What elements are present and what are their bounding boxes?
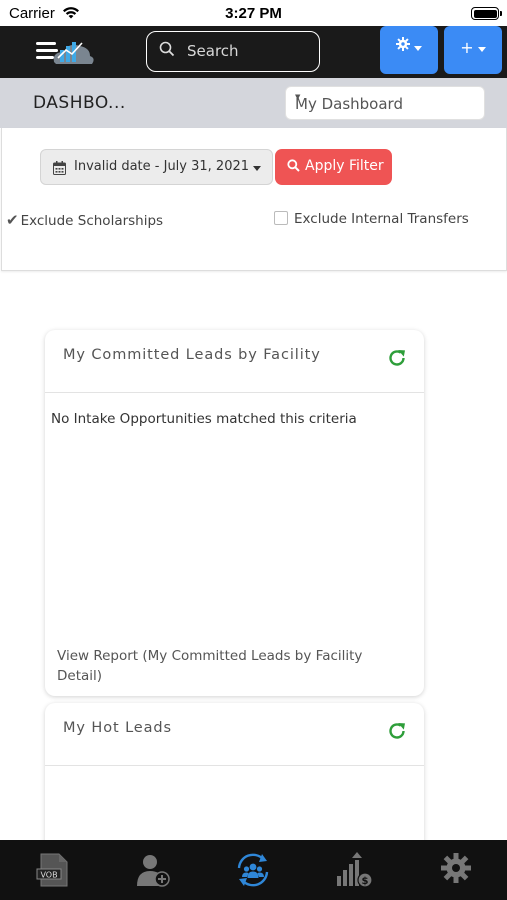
top-nav-bar: + xyxy=(0,26,507,78)
filter-panel: Invalid date - July 31, 2021 Apply Filte… xyxy=(1,128,507,271)
exclude-internal-transfers-label: Exclude Internal Transfers xyxy=(294,211,469,227)
tab-settings[interactable] xyxy=(405,840,505,900)
financial-chart-icon: $ xyxy=(337,852,373,888)
chevron-down-icon xyxy=(414,45,422,51)
svg-text:$: $ xyxy=(362,876,369,887)
refresh-icon[interactable] xyxy=(387,721,407,745)
search-input[interactable] xyxy=(187,42,312,60)
gear-icon xyxy=(396,26,410,70)
chevron-down-icon xyxy=(477,47,486,52)
checkmark-icon: ✔ xyxy=(6,211,19,229)
clock-time: 3:27 PM xyxy=(225,5,282,22)
page-title: DASHBO... xyxy=(33,93,126,113)
refresh-icon[interactable] xyxy=(387,348,407,372)
status-bar: Carrier 3:27 PM xyxy=(0,0,507,26)
exclude-scholarships-checkbox[interactable]: ✔ Exclude Scholarships xyxy=(6,211,163,229)
card-header: My Hot Leads xyxy=(45,703,424,766)
vob-label: VOB xyxy=(40,871,57,880)
apply-filter-button[interactable]: Apply Filter xyxy=(275,149,392,185)
app-logo-menu-icon[interactable] xyxy=(36,38,96,68)
card-header: My Committed Leads by Facility xyxy=(45,330,424,393)
vob-document-icon: VOB xyxy=(36,853,68,887)
date-range-picker[interactable]: Invalid date - July 31, 2021 xyxy=(40,149,273,185)
settings-dropdown-button[interactable] xyxy=(380,26,438,74)
add-user-icon xyxy=(137,855,170,887)
tab-vob[interactable]: VOB xyxy=(3,840,103,900)
exclude-internal-transfers-checkbox[interactable]: Exclude Internal Transfers xyxy=(274,211,469,227)
empty-state-message: No Intake Opportunities matched this cri… xyxy=(51,411,357,427)
checkbox-box[interactable] xyxy=(274,211,288,225)
card-title: My Committed Leads by Facility xyxy=(63,347,321,363)
dashboard-select[interactable]: My Dashboard ▼ xyxy=(285,86,485,120)
widget-card-committed-leads: My Committed Leads by Facility No Intake… xyxy=(45,330,424,696)
search-icon xyxy=(287,159,300,176)
card-title: My Hot Leads xyxy=(63,720,172,736)
team-sync-icon xyxy=(237,853,269,887)
date-range-label: Invalid date - July 31, 2021 xyxy=(74,159,250,174)
chevron-down-icon xyxy=(253,166,261,171)
page-header: DASHBO... My Dashboard ▼ xyxy=(0,78,507,128)
add-dropdown-button[interactable]: + xyxy=(444,26,502,74)
battery-icon xyxy=(471,7,502,20)
calendar-icon xyxy=(53,160,66,179)
tab-financials[interactable]: $ xyxy=(303,840,403,900)
settings-gear-icon xyxy=(441,853,471,883)
widget-card-hot-leads: My Hot Leads xyxy=(45,703,424,863)
tab-add-user[interactable] xyxy=(103,840,203,900)
plus-icon: + xyxy=(460,38,474,57)
tab-team[interactable] xyxy=(203,840,303,900)
search-icon xyxy=(159,41,175,61)
apply-filter-label: Apply Filter xyxy=(305,158,384,174)
bottom-tab-bar: VOB $ xyxy=(0,840,507,900)
search-box[interactable] xyxy=(146,31,320,72)
select-arrow-icon: ▼ xyxy=(295,93,301,101)
view-report-link[interactable]: View Report (My Committed Leads by Facil… xyxy=(57,646,397,686)
exclude-scholarships-label: Exclude Scholarships xyxy=(20,213,164,229)
